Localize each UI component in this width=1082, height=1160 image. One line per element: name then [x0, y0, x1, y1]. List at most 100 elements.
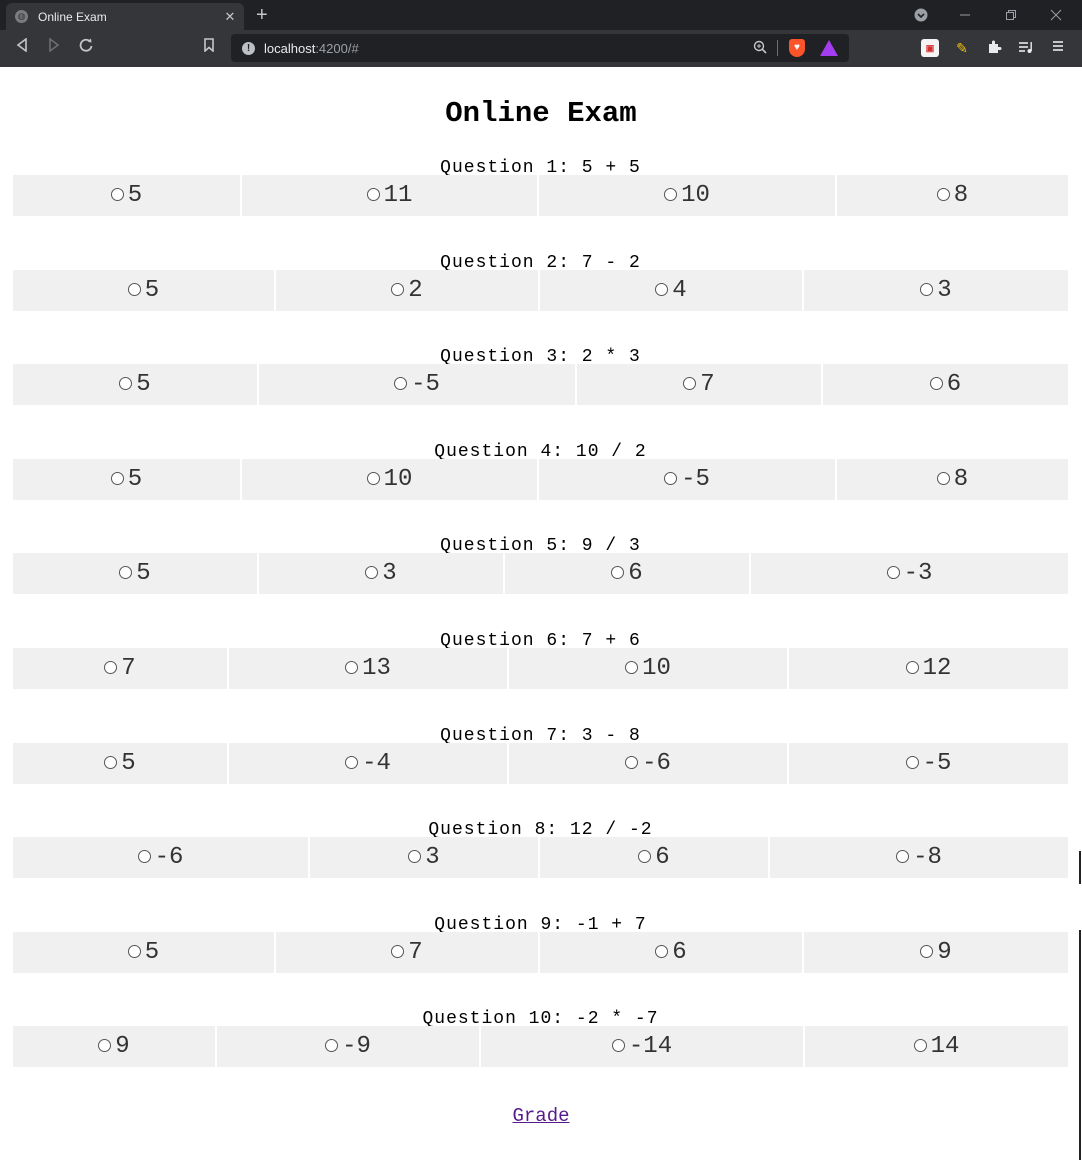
answer-option[interactable]: -8	[770, 837, 1068, 879]
answer-option[interactable]: -5	[259, 364, 577, 406]
radio-button[interactable]	[664, 188, 678, 201]
answer-option[interactable]: 3	[804, 269, 1068, 311]
close-tab-icon[interactable]: ✕	[220, 9, 240, 25]
radio-button[interactable]	[655, 944, 669, 958]
answer-option[interactable]: 10	[242, 458, 539, 500]
radio-button[interactable]	[638, 850, 652, 864]
answer-option[interactable]: 4	[540, 269, 804, 311]
answer-option[interactable]: -6	[13, 837, 310, 879]
radio-button[interactable]	[325, 1039, 339, 1053]
answer-option[interactable]: -6	[509, 742, 789, 784]
brave-shield-icon[interactable]: ♥	[789, 39, 805, 57]
radio-button[interactable]	[655, 282, 669, 296]
answer-option[interactable]: 5	[13, 269, 276, 311]
answer-option[interactable]: 9	[13, 1026, 217, 1068]
grade-link[interactable]: Grade	[512, 1105, 569, 1127]
radio-button[interactable]	[104, 755, 118, 769]
radio-button[interactable]	[110, 188, 124, 201]
radio-button[interactable]	[119, 377, 133, 391]
radio-button[interactable]	[365, 566, 379, 580]
radio-button[interactable]	[119, 566, 133, 580]
radio-button[interactable]	[391, 282, 405, 296]
answer-option[interactable]: 5	[13, 553, 259, 595]
answer-option[interactable]: 7	[577, 364, 823, 406]
radio-button[interactable]	[664, 471, 678, 485]
answer-option[interactable]: 8	[837, 175, 1068, 216]
answer-option[interactable]: 3	[310, 837, 540, 879]
site-info-icon[interactable]: !	[242, 41, 255, 55]
answer-option[interactable]: 6	[540, 837, 770, 879]
answer-option[interactable]: 12	[789, 648, 1068, 689]
menu-icon[interactable]	[1049, 39, 1067, 57]
radio-button[interactable]	[391, 944, 405, 958]
answer-option[interactable]: 7	[276, 931, 540, 973]
new-tab-button[interactable]: +	[256, 4, 268, 27]
radio-button[interactable]	[683, 377, 697, 391]
media-playlist-icon[interactable]	[1017, 39, 1035, 57]
radio-button[interactable]	[905, 755, 919, 769]
scrollbar-mark[interactable]	[1079, 851, 1081, 884]
restore-icon[interactable]	[1005, 3, 1017, 27]
back-icon[interactable]	[12, 37, 32, 56]
reload-icon[interactable]	[76, 38, 96, 56]
radio-button[interactable]	[98, 1039, 112, 1053]
answer-option[interactable]: 6	[505, 553, 751, 595]
answer-option[interactable]: 6	[540, 931, 804, 973]
radio-button[interactable]	[394, 377, 408, 391]
answer-option[interactable]: 13	[229, 648, 509, 689]
radio-button[interactable]	[625, 661, 639, 674]
radio-button[interactable]	[886, 566, 900, 580]
answer-option[interactable]: 3	[259, 553, 505, 595]
radio-button[interactable]	[936, 471, 950, 485]
answer-option[interactable]: 7	[13, 648, 229, 689]
radio-button[interactable]	[345, 661, 359, 674]
radio-button[interactable]	[110, 471, 124, 485]
scrollbar-thumb[interactable]	[1079, 930, 1081, 1160]
answer-option[interactable]: 10	[539, 175, 837, 216]
extension-red-icon[interactable]: ▣	[921, 39, 939, 57]
answer-option[interactable]: 2	[276, 269, 540, 311]
radio-button[interactable]	[127, 282, 141, 296]
radio-button[interactable]	[127, 944, 141, 958]
radio-button[interactable]	[408, 850, 422, 864]
answer-option[interactable]: 5	[13, 931, 276, 973]
answer-option[interactable]: 11	[242, 175, 539, 216]
answer-option[interactable]: -5	[539, 458, 837, 500]
answer-option[interactable]: -5	[789, 742, 1068, 784]
answer-option[interactable]: 5	[13, 364, 259, 406]
radio-button[interactable]	[366, 471, 380, 485]
radio-button[interactable]	[104, 661, 118, 674]
radio-button[interactable]	[929, 377, 943, 391]
radio-button[interactable]	[896, 850, 910, 864]
minimize-icon[interactable]	[959, 3, 971, 27]
brave-rewards-icon[interactable]	[820, 40, 838, 56]
answer-option[interactable]: 14	[805, 1026, 1068, 1068]
answer-option[interactable]: 5	[13, 458, 242, 500]
answer-option[interactable]: -3	[751, 553, 1068, 595]
answer-option[interactable]: 9	[804, 931, 1068, 973]
answer-option[interactable]: 5	[13, 742, 229, 784]
radio-button[interactable]	[905, 661, 919, 674]
tab-search-icon[interactable]	[914, 3, 928, 27]
answer-option[interactable]: 10	[509, 648, 789, 689]
radio-button[interactable]	[920, 944, 934, 958]
address-bar[interactable]: ! localhost:4200/# ♥	[231, 34, 849, 62]
radio-button[interactable]	[345, 755, 359, 769]
answer-option[interactable]: -14	[481, 1026, 805, 1068]
radio-button[interactable]	[137, 850, 151, 864]
radio-button[interactable]	[913, 1039, 927, 1053]
radio-button[interactable]	[625, 755, 639, 769]
answer-option[interactable]: -4	[229, 742, 509, 784]
answer-option[interactable]: -9	[217, 1026, 481, 1068]
answer-option[interactable]: 6	[823, 364, 1068, 406]
radio-button[interactable]	[366, 188, 380, 201]
extensions-puzzle-icon[interactable]	[985, 39, 1003, 57]
extension-broom-icon[interactable]: ✎	[953, 39, 971, 57]
forward-icon[interactable]	[44, 37, 64, 56]
zoom-icon[interactable]	[753, 40, 767, 57]
bookmark-icon[interactable]	[199, 38, 219, 56]
radio-button[interactable]	[936, 188, 950, 201]
browser-tab[interactable]: ◍ Online Exam ✕	[6, 3, 244, 30]
radio-button[interactable]	[611, 1039, 625, 1053]
radio-button[interactable]	[611, 566, 625, 580]
